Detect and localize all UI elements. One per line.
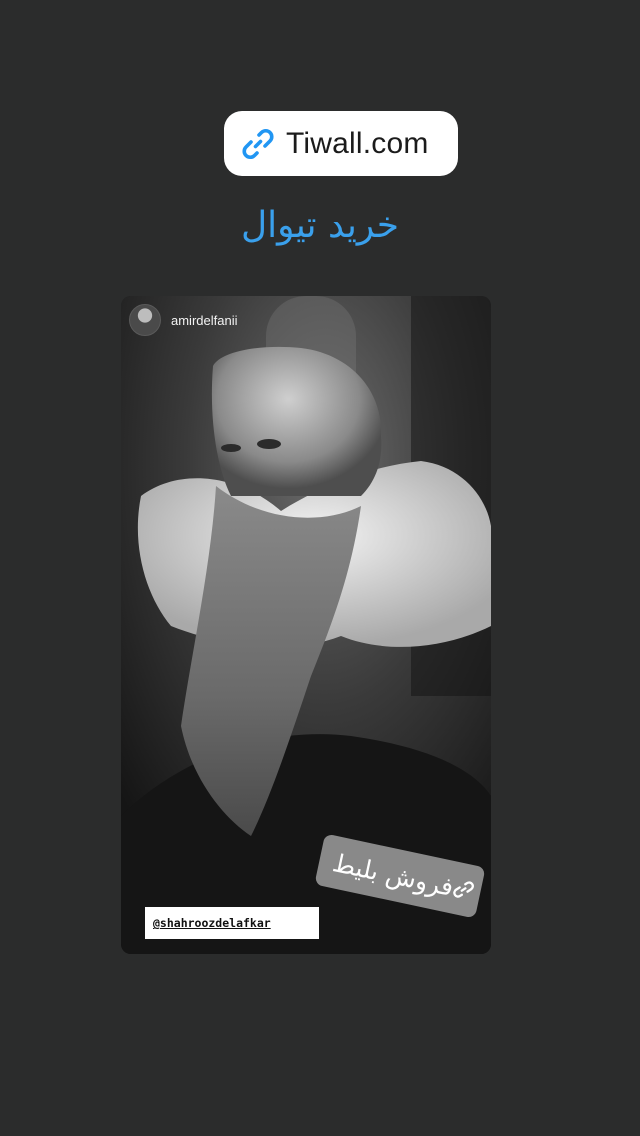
headline: خرید تیوال [240, 205, 400, 246]
story-canvas: Tiwall.com خرید تیوال amirdelfanii @shah… [0, 0, 640, 1136]
link-sticker[interactable]: Tiwall.com [224, 111, 458, 176]
link-icon [240, 126, 276, 162]
post-header[interactable]: amirdelfanii [129, 304, 237, 336]
link-icon [451, 877, 477, 903]
reshared-post[interactable]: amirdelfanii @shahroozdelafkar [121, 296, 491, 954]
portrait-photo [121, 296, 491, 954]
mention-tag[interactable]: @shahroozdelafkar [145, 907, 319, 939]
avatar[interactable] [129, 304, 161, 336]
post-username[interactable]: amirdelfanii [171, 313, 237, 328]
link-sticker-label: Tiwall.com [286, 126, 429, 160]
